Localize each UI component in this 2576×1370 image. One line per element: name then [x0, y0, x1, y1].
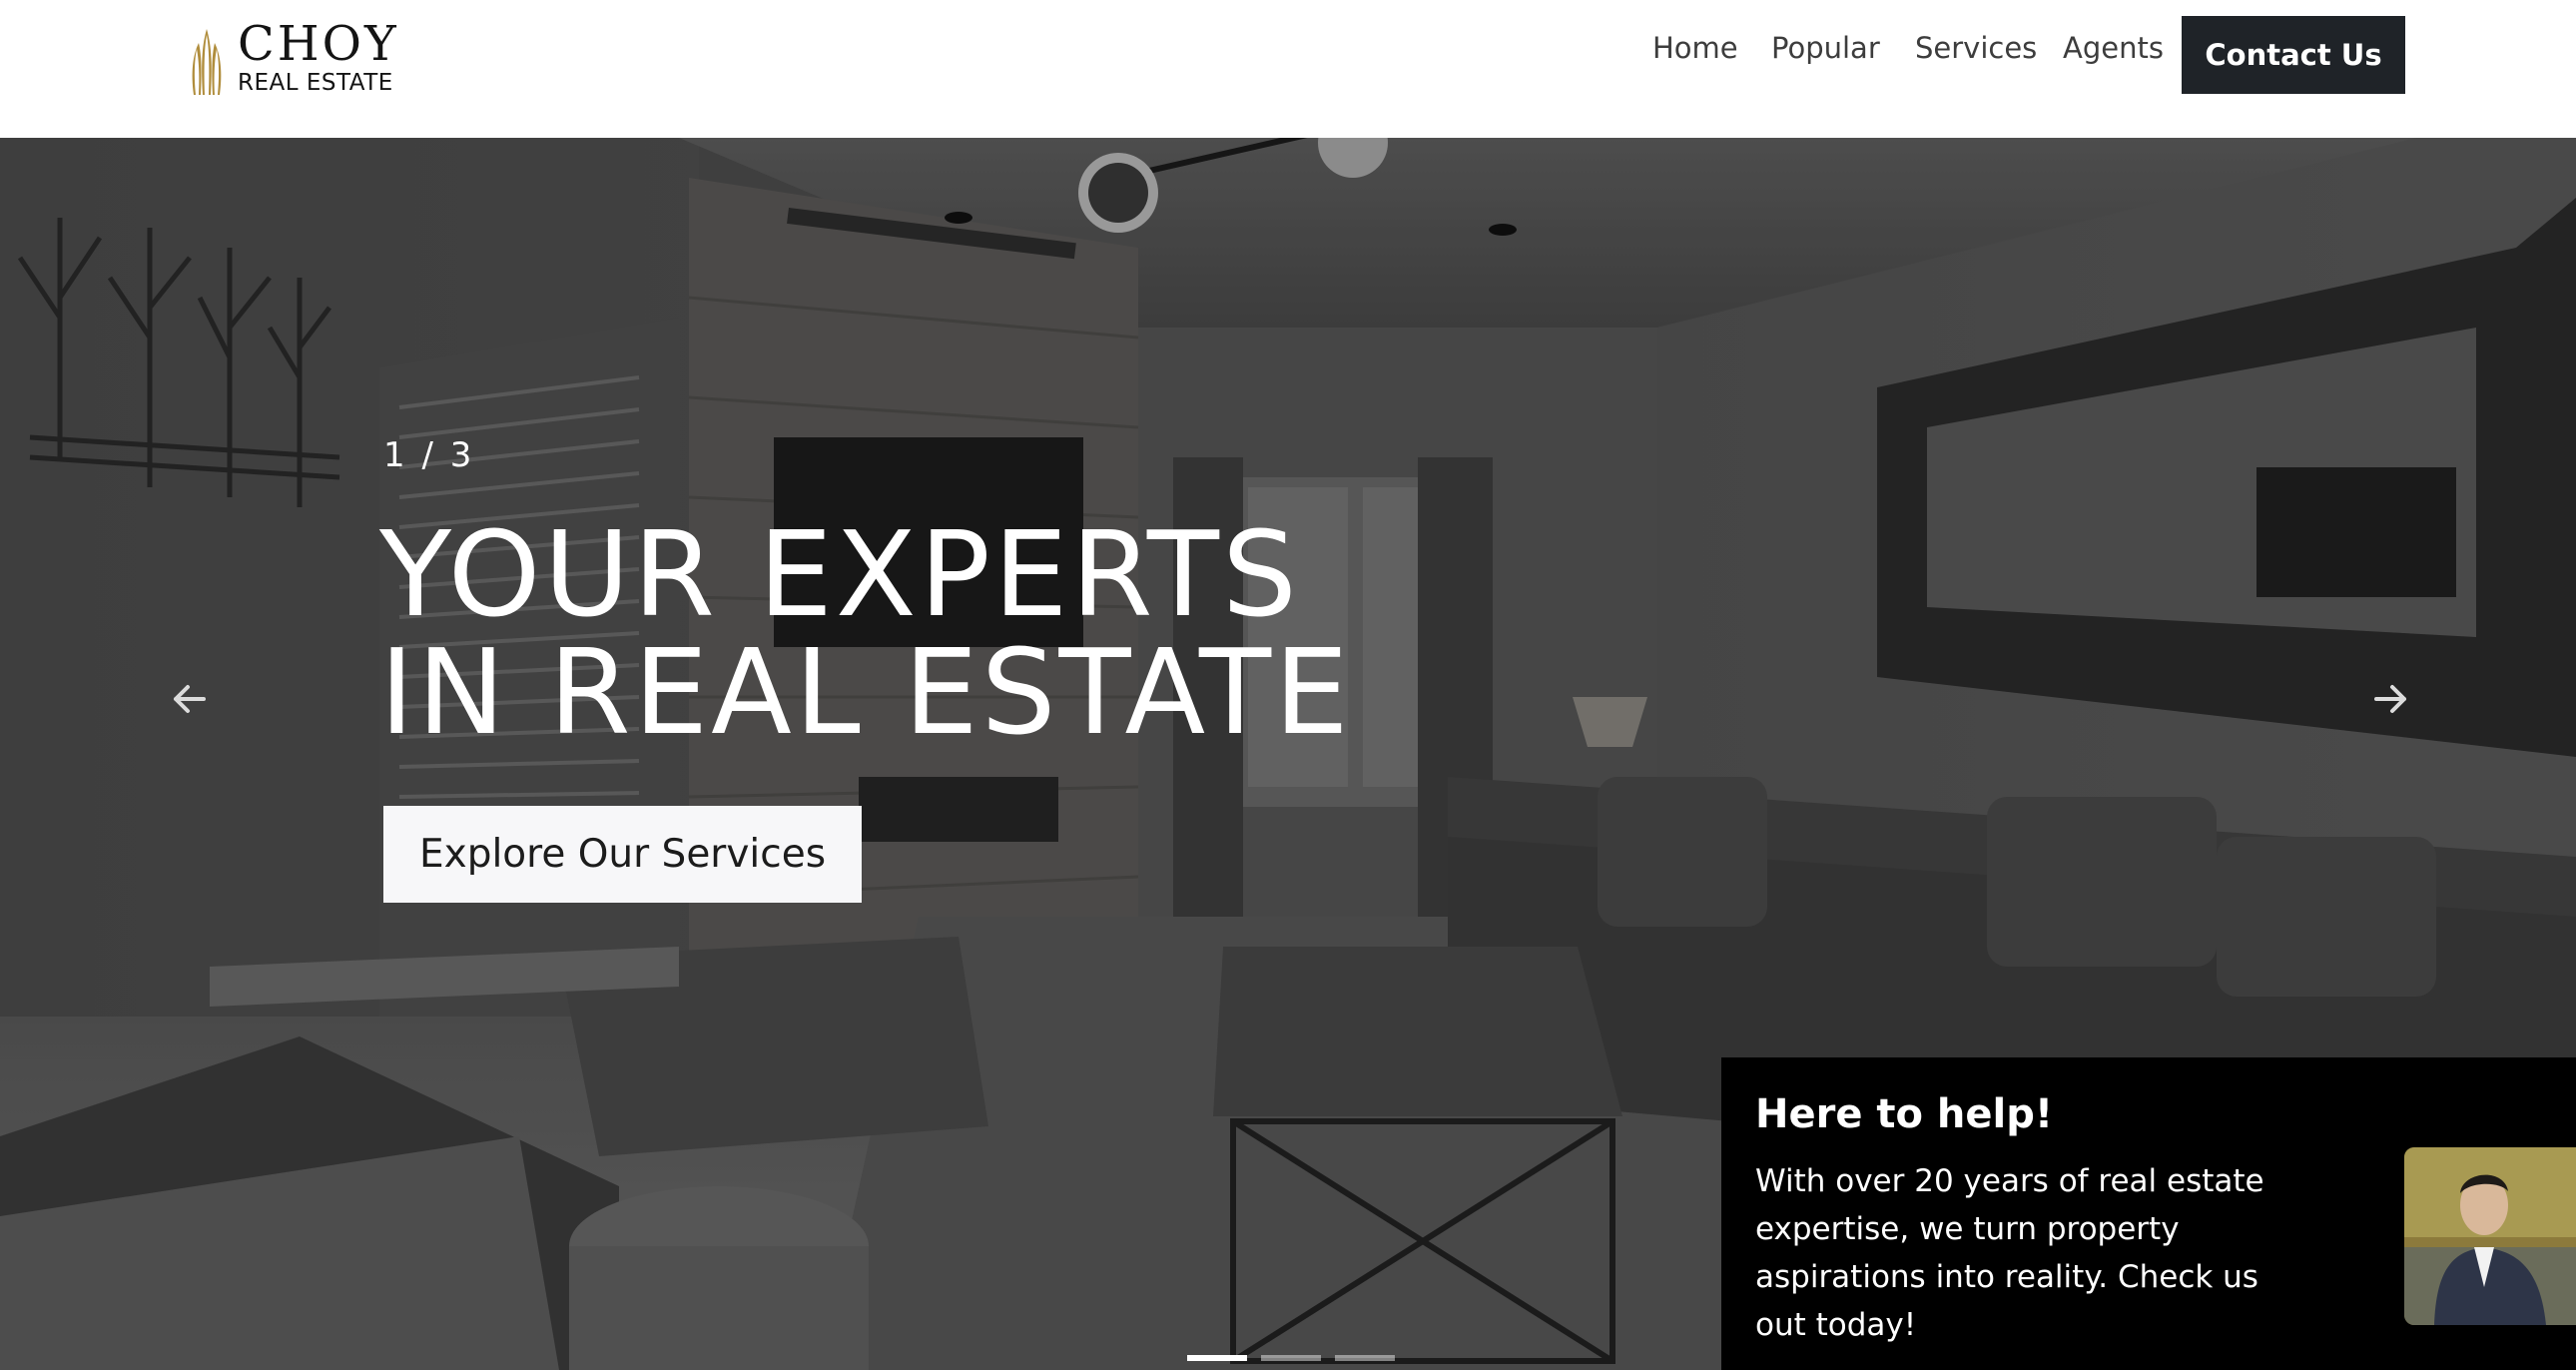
arrow-right-icon[interactable]: [2360, 669, 2420, 729]
nav-services[interactable]: Services: [1915, 34, 2037, 63]
carousel-indicator-1[interactable]: [1187, 1355, 1247, 1361]
site-header: CHOY REAL ESTATE Home Popular Services A…: [0, 0, 2576, 138]
explore-services-button[interactable]: Explore Our Services: [383, 806, 862, 903]
contact-us-button[interactable]: Contact Us: [2182, 16, 2405, 94]
arrow-left-icon[interactable]: [160, 669, 220, 729]
help-title: Here to help!: [1755, 1091, 2054, 1137]
agent-avatar[interactable]: [2404, 1147, 2576, 1325]
help-text: With over 20 years of real estate expert…: [1755, 1163, 2264, 1343]
brand-subtitle: REAL ESTATE: [238, 70, 393, 96]
nav-popular[interactable]: Popular: [1771, 34, 1880, 63]
hero-headline-line-2: IN REAL ESTATE: [379, 623, 1352, 761]
carousel-indicators: [1187, 1355, 1395, 1361]
carousel-indicator-3[interactable]: [1335, 1355, 1395, 1361]
brand-name: CHOY: [238, 16, 399, 72]
brand-logo[interactable]: CHOY REAL ESTATE: [190, 20, 409, 98]
carousel-indicator-2[interactable]: [1261, 1355, 1321, 1361]
help-card: Here to help! With over 20 years of real…: [1721, 1057, 2576, 1370]
hero-headline-line-1: YOUR EXPERTS: [379, 505, 1300, 643]
nav-home[interactable]: Home: [1652, 34, 1738, 63]
nav-agents[interactable]: Agents: [2063, 34, 2164, 63]
hero-carousel: 1 / 3 YOUR EXPERTS IN REAL ESTATE Explor…: [0, 138, 2576, 1370]
logo-mark-icon: [192, 29, 222, 95]
slide-counter: 1 / 3: [383, 435, 475, 475]
hero-headline: YOUR EXPERTS IN REAL ESTATE: [379, 515, 1352, 751]
